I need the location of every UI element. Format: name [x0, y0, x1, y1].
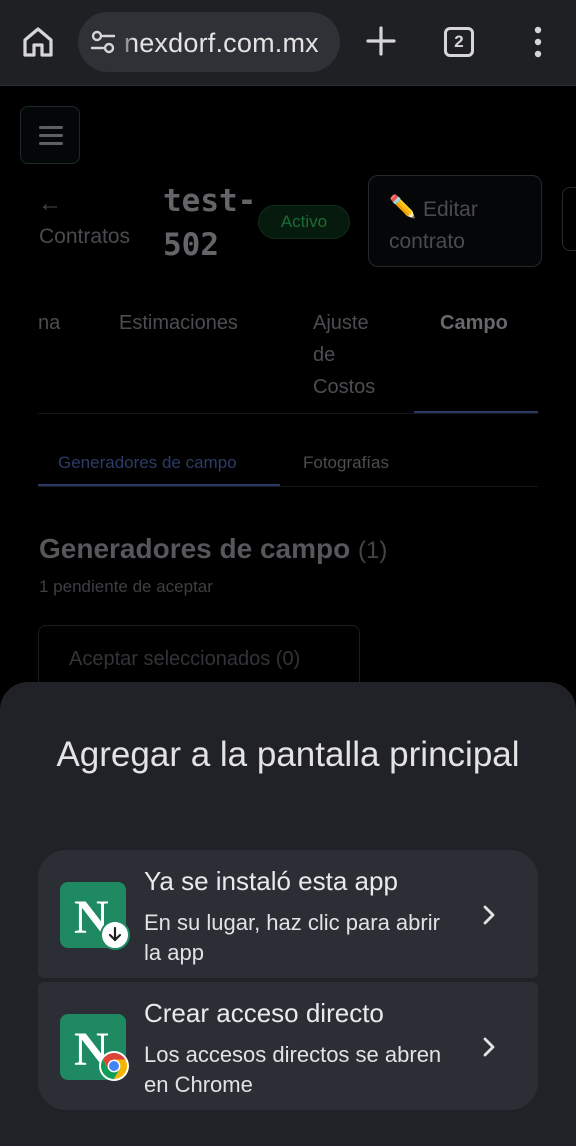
option-description: Los accesos directos se abren en Chrome [144, 1042, 442, 1097]
tab-campo[interactable]: Campo [440, 307, 508, 339]
home-icon[interactable] [20, 24, 56, 60]
address-bar[interactable]: nexdorf.com.mx [78, 12, 340, 72]
contract-title-line1: test- [163, 183, 257, 219]
more-options-icon[interactable] [524, 24, 552, 60]
new-tab-icon[interactable] [364, 24, 398, 58]
subtab-fotografias[interactable]: Fotografías [303, 453, 389, 473]
app-icon: N [60, 882, 130, 950]
section-count: (1) [358, 537, 388, 564]
option-title: Crear acceso directo [144, 998, 384, 1028]
chrome-icon [98, 1050, 130, 1082]
chevron-right-icon [478, 1034, 500, 1060]
contract-tabs: na Estimaciones Ajuste de Costos Campo [0, 297, 576, 417]
tab-ajuste-de-costos[interactable]: Ajuste de Costos [313, 307, 393, 403]
download-arrow-icon [100, 920, 130, 950]
site-settings-icon[interactable] [90, 30, 116, 54]
hamburger-menu-button[interactable] [20, 106, 80, 164]
url-text: nexdorf.com.mx [124, 28, 319, 58]
app-icon: N [60, 1014, 129, 1081]
sheet-title: Agregar a la pantalla principal [56, 735, 520, 774]
tab-partial[interactable]: na [38, 307, 60, 339]
status-badge: Activo [258, 205, 350, 239]
subtab-generadores[interactable]: Generadores de campo [58, 453, 237, 473]
add-to-home-screen-sheet: Agregar a la pantalla principal N Ya se … [0, 682, 576, 1146]
option-description: En su lugar, haz clic para abrir la app [144, 910, 440, 965]
tab-switcher-button[interactable]: 2 [444, 27, 474, 57]
chevron-right-icon [478, 902, 500, 928]
tab-estimaciones[interactable]: Estimaciones [119, 307, 238, 339]
overflow-button[interactable] [562, 187, 576, 251]
edit-contract-label: Editar contrato [389, 198, 478, 253]
section-subtitle: 1 pendiente de aceptar [39, 577, 213, 596]
contract-title-line2: 502 [163, 227, 219, 263]
section-title: Generadores de campo (1) [39, 533, 388, 564]
accept-selected-label: Aceptar seleccionados (0) [69, 648, 301, 670]
edit-contract-button[interactable]: ✏️ Editar contrato [368, 175, 542, 267]
create-shortcut-option[interactable]: N Crear acceso directo Los accesos direc… [38, 982, 538, 1110]
open-installed-app-option[interactable]: N Ya se instaló esta app En su lugar, ha… [38, 850, 538, 978]
back-link[interactable]: Contratos [39, 225, 130, 249]
browser-toolbar: nexdorf.com.mx 2 [0, 0, 576, 86]
sheet-options: N Ya se instaló esta app En su lugar, ha… [38, 850, 538, 1110]
option-title: Ya se instaló esta app [144, 866, 398, 896]
back-arrow-icon[interactable]: ← [38, 190, 62, 218]
